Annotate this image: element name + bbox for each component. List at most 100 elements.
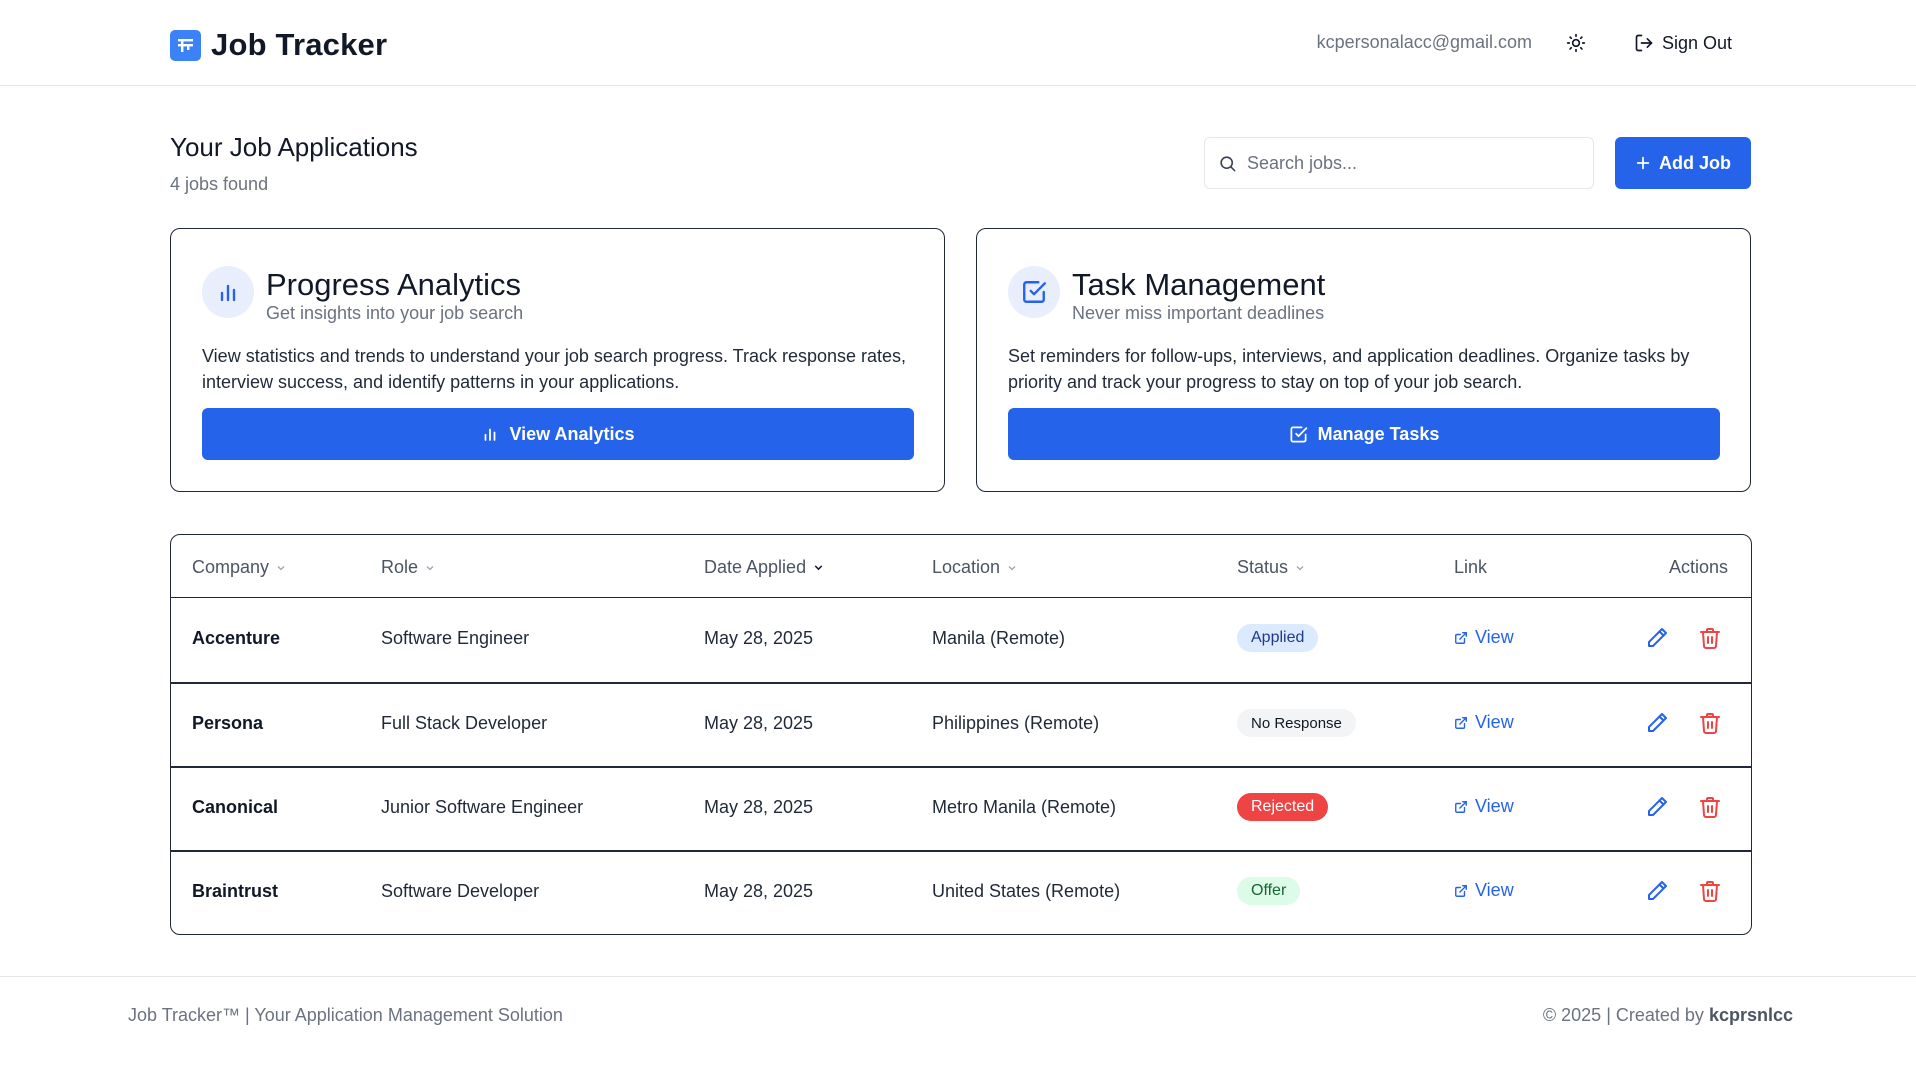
page-footer: Job Tracker™ | Your Application Manageme… [0, 976, 1916, 1077]
chevron-down-icon [814, 565, 823, 571]
delete-trash-icon[interactable] [1698, 711, 1722, 735]
table-row: Braintrust Software Developer May 28, 20… [171, 851, 1751, 934]
date-cell: May 28, 2025 [704, 713, 814, 733]
external-link-icon [1455, 631, 1467, 644]
top-navbar: Job Tracker kcpersonalacc@gmail.com Sign… [0, 0, 1916, 86]
location-cell: Philippines (Remote) [932, 713, 1100, 733]
sign-out-button[interactable]: Sign Out [1634, 29, 1732, 57]
table-row: Canonical Junior Software Engineer May 2… [171, 767, 1751, 851]
status-badge: Rejected [1237, 793, 1329, 821]
company-cell: Persona [192, 713, 264, 733]
column-header-role[interactable]: Role [381, 557, 436, 578]
view-link-label: View [1475, 627, 1514, 647]
view-link-label: View [1475, 712, 1514, 732]
column-header-date-applied[interactable]: Date Applied [704, 557, 825, 578]
company-cell: Canonical [192, 797, 279, 817]
card-subtitle: Get insights into your job search [266, 303, 524, 323]
location-cell: United States (Remote) [932, 881, 1121, 901]
column-header-company[interactable]: Company [192, 557, 287, 578]
analytics-icon-badge [202, 266, 254, 318]
card-description: Set reminders for follow-ups, interviews… [1008, 346, 1690, 392]
footer-author: kcprsnlcc [1708, 1005, 1793, 1025]
external-link-icon [1455, 800, 1467, 813]
jobs-count: 4 jobs found [170, 174, 269, 194]
footer-credits: © 2025 | Created by kcprsnlcc [1543, 1005, 1793, 1026]
add-job-button[interactable]: Add Job [1615, 137, 1751, 189]
jobs-table: Company Role Date Applied Location Statu… [170, 534, 1752, 935]
tasks-icon-badge [1008, 266, 1060, 318]
edit-pencil-icon[interactable] [1645, 711, 1669, 735]
checkbox-icon [1290, 426, 1307, 442]
view-link[interactable]: View [1454, 880, 1514, 901]
task-management-card: Task Management Never miss important dea… [976, 228, 1751, 492]
column-header-location[interactable]: Location [932, 557, 1018, 578]
status-badge: Applied [1237, 624, 1319, 652]
column-label: Location [932, 557, 1001, 577]
plus-icon [1636, 156, 1650, 170]
column-label: Link [1454, 557, 1488, 577]
delete-trash-icon[interactable] [1698, 795, 1722, 819]
view-analytics-label: View Analytics [509, 423, 635, 444]
delete-trash-icon[interactable] [1698, 879, 1722, 903]
date-cell: May 28, 2025 [704, 797, 814, 817]
status-badge: No Response [1237, 709, 1356, 737]
edit-pencil-icon[interactable] [1645, 795, 1669, 819]
view-link-label: View [1475, 796, 1514, 816]
chevron-down-icon [1296, 565, 1304, 570]
view-link[interactable]: View [1454, 796, 1514, 817]
app-logo[interactable]: Job Tracker [170, 27, 387, 63]
column-label: Company [192, 557, 270, 577]
role-cell: Junior Software Engineer [381, 797, 584, 817]
view-analytics-button[interactable]: View Analytics [202, 408, 914, 460]
column-label: Date Applied [704, 557, 807, 577]
column-label: Status [1237, 557, 1289, 577]
search-box[interactable] [1204, 137, 1594, 189]
footer-copyright: © 2025 | Created by [1542, 1005, 1709, 1025]
external-link-icon [1455, 884, 1467, 897]
edit-pencil-icon[interactable] [1645, 879, 1669, 903]
manage-tasks-button[interactable]: Manage Tasks [1008, 408, 1720, 460]
company-cell: Braintrust [192, 881, 279, 901]
status-badge: Offer [1237, 877, 1301, 905]
page-title: Your Job Applications [170, 132, 418, 162]
delete-trash-icon[interactable] [1698, 626, 1722, 650]
column-header-status[interactable]: Status [1237, 557, 1306, 578]
date-cell: May 28, 2025 [704, 881, 814, 901]
table-row: Accenture Software Engineer May 28, 2025… [171, 598, 1751, 682]
location-cell: Metro Manila (Remote) [932, 797, 1117, 817]
column-label: Actions [1669, 557, 1729, 577]
column-header-link: Link [1454, 557, 1487, 578]
manage-tasks-label: Manage Tasks [1317, 423, 1440, 444]
role-cell: Full Stack Developer [381, 713, 548, 733]
card-subtitle: Never miss important deadlines [1072, 303, 1325, 323]
table-row: Persona Full Stack Developer May 28, 202… [171, 683, 1751, 767]
location-cell: Manila (Remote) [932, 628, 1066, 648]
log-out-icon [1635, 34, 1653, 52]
edit-pencil-icon[interactable] [1645, 626, 1669, 650]
search-icon [1220, 155, 1236, 171]
user-email: kcpersonalacc@gmail.com [1316, 32, 1532, 52]
card-title: Task Management [1072, 267, 1326, 302]
theme-toggle-button[interactable] [1562, 29, 1590, 57]
view-link-label: View [1475, 880, 1514, 900]
card-title: Progress Analytics [266, 267, 521, 302]
bar-chart-icon [485, 428, 496, 441]
card-description: View statistics and trends to understand… [202, 346, 907, 392]
column-label: Role [381, 557, 419, 577]
column-header-actions: Actions [1669, 557, 1728, 578]
chevron-down-icon [277, 565, 285, 570]
chevron-down-icon [426, 565, 434, 570]
table-header: Company Role Date Applied Location Statu… [171, 535, 1751, 598]
role-cell: Software Developer [381, 881, 540, 901]
external-link-icon [1455, 716, 1467, 729]
company-cell: Accenture [192, 628, 281, 648]
view-link[interactable]: View [1454, 627, 1514, 648]
checkbox-icon [1023, 281, 1047, 303]
bar-chart-icon [220, 284, 236, 302]
search-input[interactable] [1247, 152, 1577, 174]
view-link[interactable]: View [1454, 712, 1514, 733]
date-cell: May 28, 2025 [704, 628, 814, 648]
progress-analytics-card: Progress Analytics Get insights into you… [170, 228, 945, 492]
role-cell: Software Engineer [381, 628, 530, 648]
add-job-label: Add Job [1659, 152, 1731, 173]
